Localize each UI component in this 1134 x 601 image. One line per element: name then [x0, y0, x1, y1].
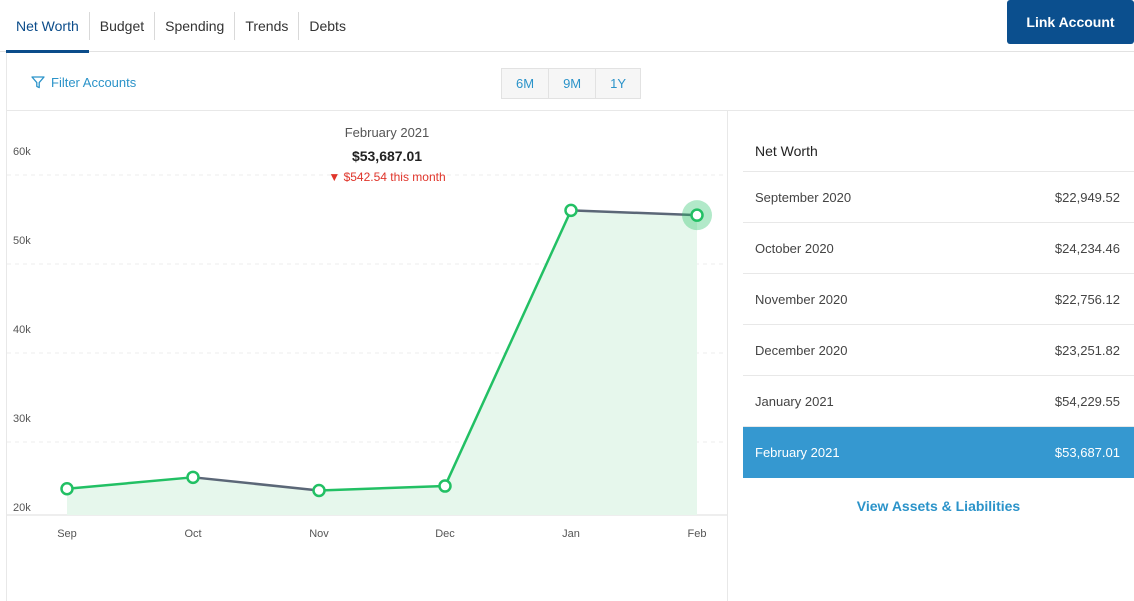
data-point: [690, 208, 704, 222]
net-worth-row-selected[interactable]: February 2021 $53,687.01: [743, 427, 1134, 478]
selected-net-worth: $53,687.01: [351, 148, 423, 164]
row-amount: $22,756.12: [1054, 291, 1120, 307]
x-tick-label: Oct: [184, 528, 201, 540]
tab-spending[interactable]: Spending: [155, 0, 234, 52]
range-9m-button[interactable]: 9M: [549, 69, 597, 98]
row-amount: $53,687.01: [1054, 444, 1120, 460]
y-tick-label: 20k: [13, 502, 31, 514]
net-worth-row[interactable]: December 2020 $23,251.82: [743, 325, 1134, 376]
data-point: [60, 481, 74, 496]
row-month: January 2021: [755, 393, 834, 409]
chart-toolbar: Filter Accounts 6M 9M 1Y: [6, 53, 1134, 111]
net-worth-chart[interactable]: 20k 30k 40k 50k 60k Sep Oct Nov Dec Jan Feb: [7, 111, 729, 601]
row-month: September 2020: [755, 189, 852, 205]
y-tick-label: 30k: [13, 413, 31, 425]
x-tick-label: Sep: [57, 528, 77, 540]
filter-accounts-label: Filter Accounts: [51, 75, 137, 90]
tab-net-worth[interactable]: Net Worth: [6, 0, 89, 53]
net-worth-row[interactable]: October 2020 $24,234.46: [743, 223, 1134, 274]
x-tick-label: Feb: [688, 528, 707, 540]
row-amount: $22,949.52: [1054, 189, 1120, 205]
data-point: [186, 470, 200, 485]
data-point: [312, 483, 326, 498]
filter-accounts-button[interactable]: Filter Accounts: [31, 75, 136, 90]
data-point: [438, 479, 452, 493]
range-1y-button[interactable]: 1Y: [596, 69, 640, 98]
time-range-selector: 6M 9M 1Y: [501, 68, 642, 99]
tab-debts[interactable]: Debts: [299, 0, 356, 52]
data-point: [564, 203, 578, 218]
y-tick-label: 50k: [13, 235, 31, 247]
net-worth-row[interactable]: November 2020 $22,756.12: [743, 274, 1134, 325]
tab-trends[interactable]: Trends: [235, 0, 298, 52]
net-worth-chart-panel: 20k 30k 40k 50k 60k Sep Oct Nov Dec Jan Feb Februa…: [6, 111, 728, 601]
monthly-change: ▼ $542.54 this month: [287, 170, 487, 184]
selected-month: February 2021: [344, 125, 430, 140]
range-6m-button[interactable]: 6M: [502, 69, 550, 98]
x-tick-label: Dec: [435, 528, 455, 540]
x-tick-label: Jan: [562, 528, 580, 540]
row-amount: $24,234.46: [1054, 240, 1120, 256]
net-worth-table-title: Net Worth: [743, 130, 1134, 172]
y-tick-label: 40k: [13, 324, 31, 336]
tab-budget[interactable]: Budget: [90, 0, 154, 52]
down-arrow-icon: ▼: [328, 170, 341, 184]
row-month: October 2020: [755, 240, 834, 256]
net-worth-row[interactable]: January 2021 $54,229.55: [743, 376, 1134, 427]
x-tick-label: Nov: [309, 528, 329, 540]
row-amount: $23,251.82: [1054, 342, 1120, 358]
net-worth-row[interactable]: September 2020 $22,949.52: [743, 172, 1134, 223]
row-month: November 2020: [755, 291, 848, 307]
top-nav: Net Worth Budget Spending Trends Debts L…: [0, 0, 1134, 53]
chart-summary: February 2021 $53,687.01 ▼ $542.54 this …: [287, 125, 487, 184]
net-worth-table: Net Worth September 2020 $22,949.52 Octo…: [743, 130, 1134, 514]
link-account-button[interactable]: Link Account: [1007, 0, 1134, 44]
area-fill: [67, 210, 697, 515]
filter-icon: [31, 76, 45, 89]
monthly-change-text: $542.54 this month: [343, 170, 446, 184]
row-amount: $54,229.55: [1054, 393, 1120, 409]
row-month: February 2021: [755, 444, 840, 460]
y-tick-label: 60k: [13, 146, 31, 158]
tab-bar: Net Worth Budget Spending Trends Debts: [6, 0, 356, 53]
view-assets-liabilities-link[interactable]: View Assets & Liabilities: [743, 498, 1134, 514]
row-month: December 2020: [755, 342, 848, 358]
